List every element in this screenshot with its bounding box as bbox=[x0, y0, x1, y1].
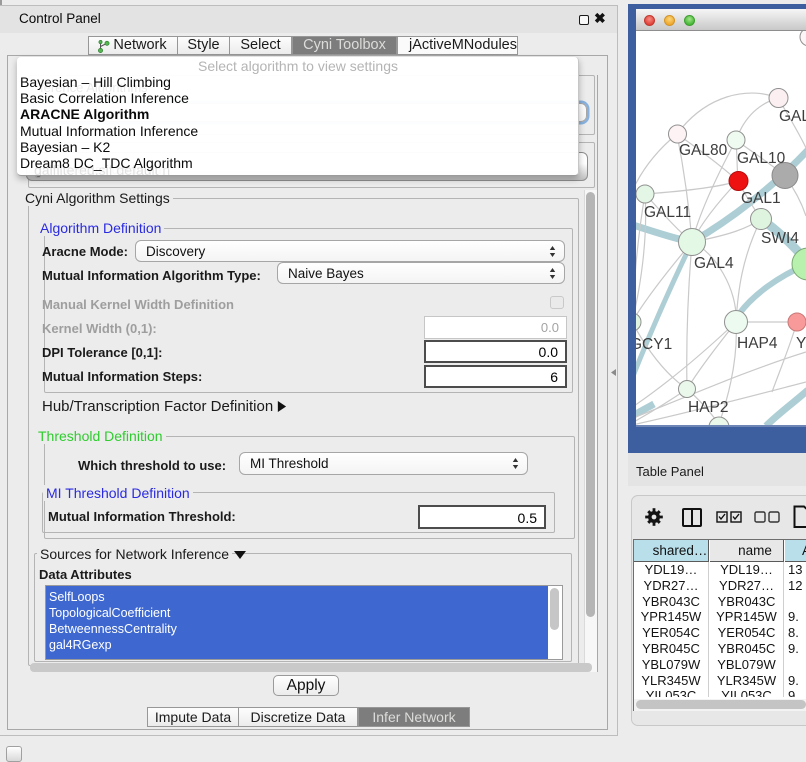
svg-text:GAL10: GAL10 bbox=[737, 150, 786, 167]
svg-text:YB: YB bbox=[796, 335, 806, 352]
svg-text:HAP4: HAP4 bbox=[737, 335, 778, 352]
svg-text:HAP2: HAP2 bbox=[688, 399, 729, 416]
svg-text:GAL1: GAL1 bbox=[741, 190, 781, 207]
svg-text:GCY1: GCY1 bbox=[636, 336, 672, 353]
svg-text:GAL11: GAL11 bbox=[644, 204, 691, 221]
svg-text:GAL80: GAL80 bbox=[679, 142, 728, 159]
svg-text:GAL7: GAL7 bbox=[779, 108, 806, 125]
svg-text:GAL4: GAL4 bbox=[694, 255, 734, 272]
svg-text:SWI4: SWI4 bbox=[761, 230, 799, 247]
